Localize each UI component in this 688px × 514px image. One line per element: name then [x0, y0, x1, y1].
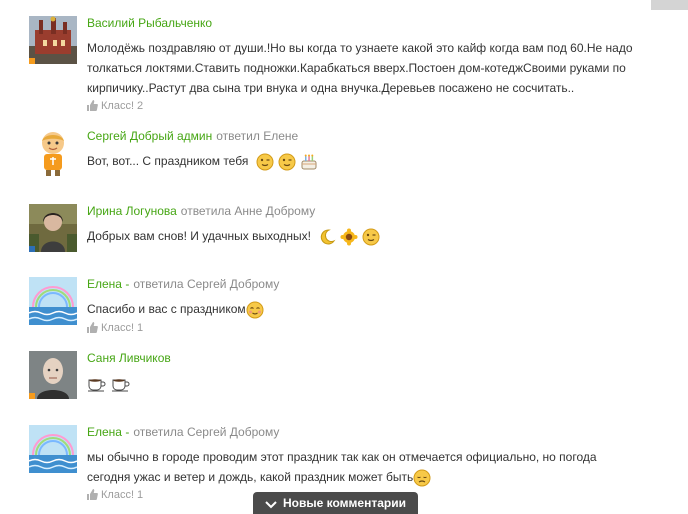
comment-text: мы обычно в городе проводим этот праздни…	[87, 447, 642, 487]
reply-to-text[interactable]: ответила Сергей Доброму	[133, 277, 279, 291]
comment-header: Саня Ливчиков	[87, 351, 171, 365]
comment-text-body: Добрых вам снов! И удачных выходных!	[87, 229, 311, 243]
reply-to-text[interactable]: ответила Анне Доброму	[181, 204, 315, 218]
avatar[interactable]	[29, 204, 77, 252]
comment-text: Спасибо и вас с праздником	[87, 299, 642, 319]
like-count: Класс! 1	[101, 322, 144, 334]
sunflower-emoji-icon	[340, 228, 358, 246]
comment-text: Добрых вам снов! И удачных выходных!	[87, 226, 642, 246]
comment-header: Василий Рыбальченко	[87, 16, 212, 30]
comment-text	[87, 373, 642, 393]
scrollbar-thumb[interactable]	[651, 0, 688, 10]
thumbs-up-icon	[87, 489, 98, 500]
comment-text-body: мы обычно в городе проводим этот праздни…	[87, 450, 597, 484]
comment-header: Ирина Логунова ответила Анне Доброму	[87, 204, 315, 218]
comment-text-body: Спасибо и вас с праздником	[87, 302, 246, 316]
wink-emoji-icon	[256, 153, 274, 171]
author-name-link[interactable]: Елена -	[87, 425, 129, 439]
wink-emoji-icon	[362, 228, 380, 246]
moon-emoji-icon	[321, 229, 336, 245]
avatar[interactable]	[29, 129, 77, 177]
comment-text: Молодёжь поздравляю от души.!Но вы когда…	[87, 41, 633, 95]
like-count: Класс! 2	[101, 100, 144, 112]
thumbs-up-icon	[87, 100, 98, 111]
coffee-cup-emoji-icon	[112, 379, 130, 392]
avatar[interactable]	[29, 277, 77, 325]
comment-header: Сергей Добрый админ ответил Елене	[87, 129, 298, 143]
new-comments-label: Новые комментарии	[283, 496, 406, 510]
comment-text-body: Вот, вот... С праздником тебя	[87, 154, 249, 168]
avatar[interactable]	[29, 16, 77, 64]
blush-emoji-icon	[246, 301, 264, 319]
like-button[interactable]: Класс! 1	[87, 322, 143, 334]
comment-header: Елена - ответила Сергей Доброму	[87, 425, 279, 439]
avatar[interactable]	[29, 351, 77, 399]
author-name-link[interactable]: Елена -	[87, 277, 129, 291]
online-status-icon	[29, 246, 35, 252]
cake-emoji-icon	[301, 154, 317, 170]
like-button[interactable]: Класс! 2	[87, 100, 143, 112]
author-name-link[interactable]: Сергей Добрый админ	[87, 129, 212, 143]
comment-header: Елена - ответила Сергей Доброму	[87, 277, 279, 291]
wink-emoji-icon	[278, 153, 296, 171]
new-comments-button[interactable]: Новые комментарии	[253, 492, 418, 514]
online-status-icon	[29, 393, 35, 399]
like-count: Класс! 1	[101, 489, 144, 501]
reply-to-text[interactable]: ответил Елене	[216, 129, 298, 143]
avatar[interactable]	[29, 425, 77, 473]
comment-text: Вот, вот... С праздником тебя	[87, 151, 642, 171]
thumbs-up-icon	[87, 322, 98, 333]
like-button[interactable]: Класс! 1	[87, 489, 143, 501]
sad-emoji-icon	[413, 469, 431, 487]
reply-to-text[interactable]: ответила Сергей Доброму	[133, 425, 279, 439]
author-name-link[interactable]: Ирина Логунова	[87, 204, 177, 218]
author-name-link[interactable]: Василий Рыбальченко	[87, 16, 212, 30]
coffee-cup-emoji-icon	[88, 379, 106, 392]
chevron-down-icon	[265, 501, 277, 509]
author-name-link[interactable]: Саня Ливчиков	[87, 351, 171, 365]
online-status-icon	[29, 58, 35, 64]
